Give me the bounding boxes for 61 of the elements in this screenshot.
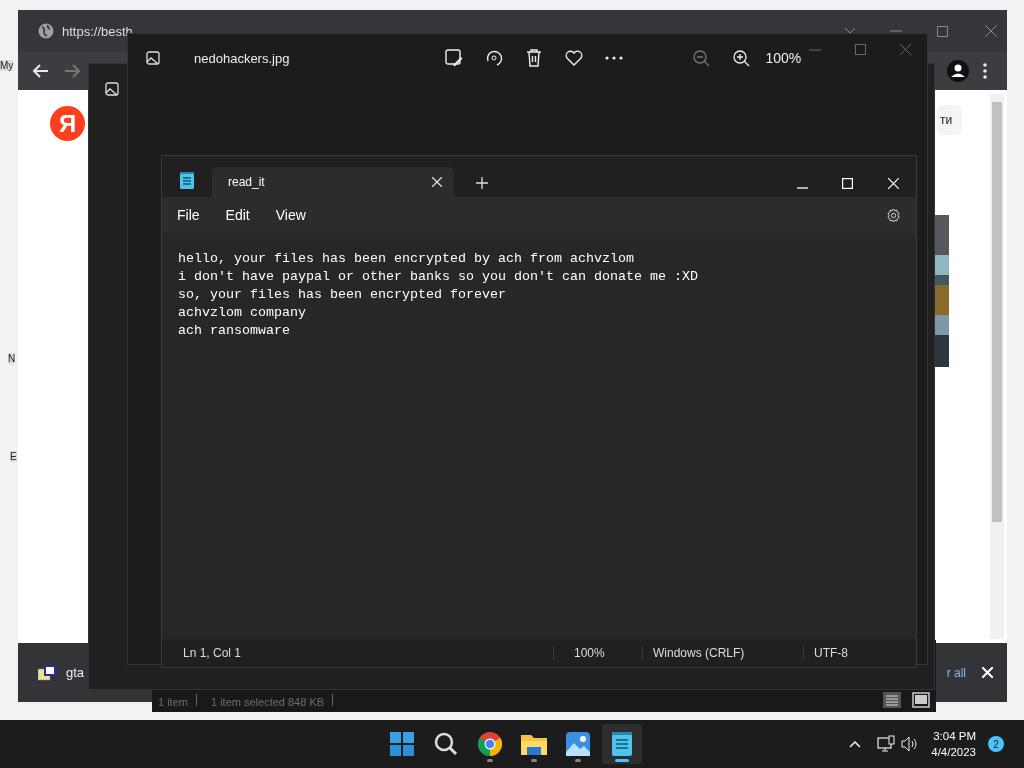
menu-item[interactable]: File bbox=[177, 207, 200, 223]
window-title: nedohackers.jpg bbox=[194, 50, 290, 66]
back-arrow-icon[interactable] bbox=[33, 64, 49, 78]
search-icon bbox=[434, 732, 458, 756]
status-text: 1 item bbox=[157, 696, 188, 708]
forward-arrow-icon[interactable] bbox=[64, 64, 80, 78]
zoom-level: 100% bbox=[553, 646, 642, 660]
text-line: i don't have paypal or other banks so you don't can donate me :XD bbox=[178, 268, 699, 286]
heart-icon[interactable] bbox=[565, 50, 584, 66]
zoom-in-icon[interactable] bbox=[733, 49, 751, 67]
preview-view-icon[interactable] bbox=[912, 692, 930, 708]
desktop-icon-label: E bbox=[10, 451, 17, 462]
chevron-up-icon[interactable] bbox=[849, 740, 862, 748]
folder-icon bbox=[521, 733, 547, 755]
zoom-level: 100% bbox=[765, 50, 802, 66]
more-icon[interactable] bbox=[605, 56, 624, 60]
file-icon bbox=[38, 664, 56, 681]
tab[interactable]: read_it bbox=[212, 167, 454, 197]
rotate-icon[interactable] bbox=[485, 49, 504, 67]
menu-icon[interactable] bbox=[983, 63, 987, 79]
menu-item[interactable]: View bbox=[275, 207, 306, 223]
line-ending: Windows (CRLF) bbox=[642, 646, 803, 660]
network-icon[interactable] bbox=[877, 735, 896, 753]
edit-image-icon[interactable] bbox=[445, 49, 464, 67]
text-line: so, your files has been encrypted forever bbox=[178, 286, 507, 304]
encoding: UTF-8 bbox=[803, 646, 848, 660]
login-button[interactable]: ти bbox=[937, 105, 963, 135]
photos-icon bbox=[566, 732, 590, 756]
close-tab-icon[interactable] bbox=[432, 177, 442, 187]
image-icon bbox=[105, 82, 119, 96]
notepad-icon bbox=[612, 732, 632, 756]
details-view-icon[interactable] bbox=[883, 692, 901, 708]
profile-icon[interactable] bbox=[947, 60, 969, 82]
globe-icon bbox=[38, 23, 54, 39]
zoom-out-icon[interactable] bbox=[693, 49, 711, 67]
desktop-icon-label: My bbox=[0, 60, 14, 71]
settings-icon[interactable] bbox=[886, 207, 901, 223]
new-tab-icon[interactable] bbox=[476, 177, 488, 189]
windows-logo-icon bbox=[390, 732, 414, 756]
image-icon bbox=[146, 51, 160, 65]
tab-title[interactable]: https://besth bbox=[62, 23, 133, 39]
taskbar-app[interactable] bbox=[602, 724, 642, 764]
desktop-icon-label: N bbox=[8, 353, 16, 364]
text-line: hello, your files has been encrypted by ach from achvzlom bbox=[178, 250, 635, 268]
text-line: achvzlom company bbox=[178, 304, 307, 322]
status-text: 1 item selected 848 KB bbox=[209, 696, 325, 708]
scrollbar[interactable] bbox=[990, 94, 1004, 639]
date: 4/4/2023 bbox=[931, 745, 976, 760]
menu-item[interactable]: Edit bbox=[225, 207, 250, 223]
browser-icon bbox=[478, 732, 502, 756]
clock[interactable]: 3:04 PM 4/4/2023 bbox=[931, 728, 976, 760]
cursor-position: Ln 1, Col 1 bbox=[183, 646, 243, 660]
volume-icon[interactable] bbox=[901, 736, 920, 752]
notification-badge[interactable]: 2 bbox=[988, 736, 1004, 752]
delete-icon[interactable] bbox=[526, 49, 543, 67]
logo[interactable]: Я bbox=[50, 106, 85, 141]
text-line: ach ransomware bbox=[178, 322, 291, 340]
download-item[interactable]: gta bbox=[66, 665, 85, 680]
show-all-link[interactable]: r all bbox=[946, 665, 966, 680]
notepad-icon bbox=[180, 172, 194, 189]
time: 3:04 PM bbox=[933, 729, 976, 744]
